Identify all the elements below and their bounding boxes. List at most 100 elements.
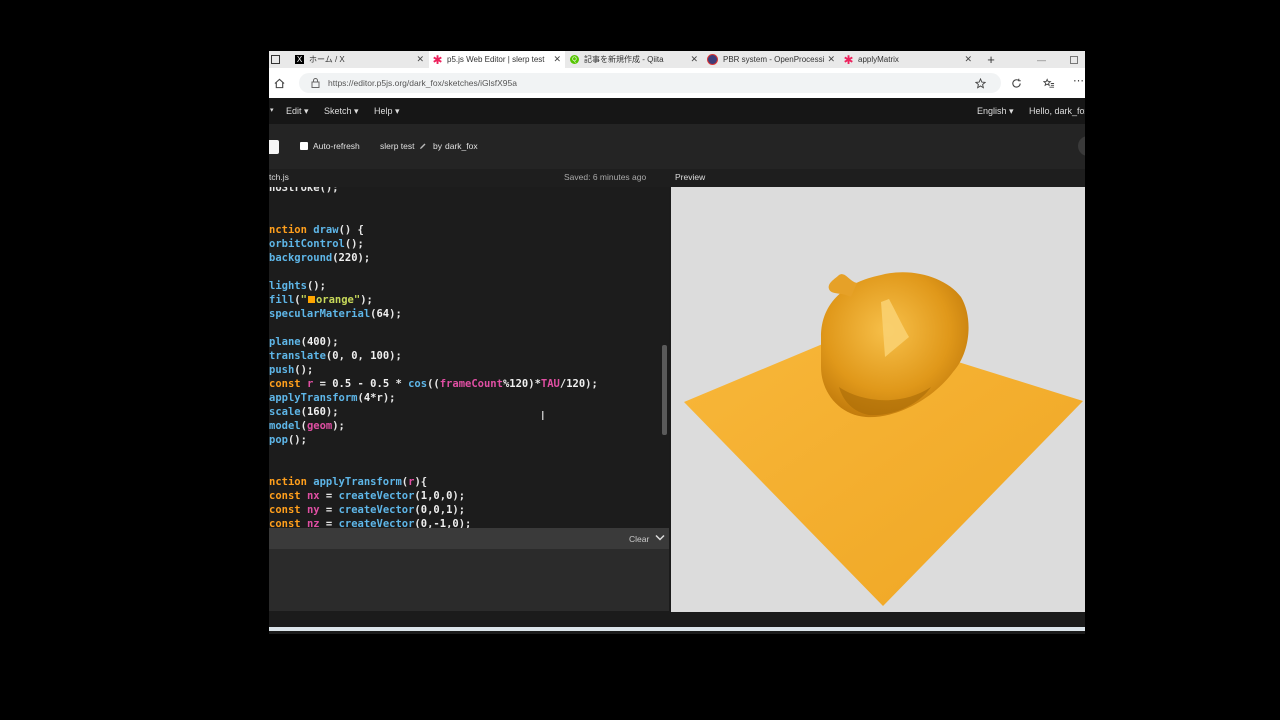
code-line: applyTransform(4*r); bbox=[269, 391, 395, 405]
code-token: nz bbox=[306, 518, 320, 528]
console-output bbox=[269, 549, 669, 611]
preview-header: Preview bbox=[669, 169, 1085, 187]
qiita-icon: Q bbox=[570, 55, 579, 64]
code-token: nction bbox=[269, 224, 314, 236]
code-token: , bbox=[338, 350, 352, 362]
code-line: fill(" orange"); bbox=[269, 293, 373, 307]
tab-openprocessing[interactable]: PBR system - OpenProcessi ✕ bbox=[703, 51, 839, 68]
close-icon[interactable]: ✕ bbox=[827, 54, 835, 65]
code-token: geom bbox=[306, 420, 333, 432]
code-token: applyTransform bbox=[269, 392, 358, 404]
user-greeting[interactable]: Hello, dark_fox bbox=[1029, 106, 1085, 116]
code-token: const bbox=[269, 378, 307, 390]
refresh-icon[interactable] bbox=[1011, 78, 1022, 89]
code-token: nx bbox=[306, 490, 320, 502]
text-cursor-icon: I bbox=[541, 409, 545, 423]
code-token: specularMaterial bbox=[269, 308, 371, 320]
menu-edit[interactable]: Edit ▾ bbox=[286, 106, 309, 117]
file-menu-caret-icon[interactable]: ▾ bbox=[270, 106, 274, 114]
home-icon[interactable] bbox=[274, 78, 285, 89]
favorite-star-icon[interactable] bbox=[975, 78, 986, 89]
x-logo-icon: X bbox=[295, 55, 304, 64]
maximize-button[interactable] bbox=[1070, 51, 1082, 68]
code-token: 400 bbox=[306, 336, 326, 348]
code-token: ); bbox=[325, 406, 339, 418]
menu-help[interactable]: Help ▾ bbox=[374, 106, 400, 117]
code-line: const r = 0.5 - 0.5 * cos((frameCount%12… bbox=[269, 377, 598, 391]
sketch-preview-canvas[interactable] bbox=[671, 187, 1085, 612]
tab-actions-button[interactable] bbox=[269, 51, 291, 68]
code-token: draw bbox=[313, 224, 339, 236]
sketch-name[interactable]: slerp test bbox=[380, 141, 415, 151]
code-token: ); bbox=[452, 490, 466, 502]
p5-asterisk-icon: ✱ bbox=[432, 52, 443, 67]
auto-refresh-checkbox[interactable] bbox=[300, 142, 308, 150]
close-icon[interactable]: ✕ bbox=[690, 54, 698, 65]
new-tab-button[interactable]: + bbox=[981, 51, 1001, 68]
code-token: plane bbox=[269, 336, 301, 348]
tab-x-home[interactable]: X ホーム / X ✕ bbox=[291, 51, 428, 68]
tab-title: 記事を新規作成 - Qiita bbox=[584, 55, 664, 64]
code-token: 120 bbox=[509, 378, 529, 390]
tab-title: ホーム / X bbox=[309, 55, 345, 64]
code-token: const bbox=[269, 490, 307, 502]
console-clear-button[interactable]: Clear bbox=[629, 534, 649, 544]
code-line: const nz = createVector(0,-1,0); bbox=[269, 517, 471, 528]
saved-status: Saved: 6 minutes ago bbox=[564, 172, 647, 182]
code-token: ); bbox=[325, 336, 339, 348]
tab-title: applyMatrix bbox=[858, 55, 899, 64]
code-token: nction bbox=[269, 476, 314, 488]
maximize-icon bbox=[1070, 55, 1078, 64]
more-icon[interactable]: ⋯ bbox=[1073, 74, 1084, 87]
code-token: const bbox=[269, 518, 307, 528]
minimize-button[interactable]: — bbox=[1037, 51, 1051, 68]
chevron-down-icon[interactable] bbox=[655, 534, 665, 542]
close-icon[interactable]: ✕ bbox=[416, 54, 424, 65]
file-tab-sketch-js[interactable]: tch.js bbox=[269, 172, 289, 182]
tab-p5-editor[interactable]: ✱ p5.js Web Editor | slerp test ✕ bbox=[429, 51, 565, 68]
code-token: ); bbox=[357, 252, 371, 264]
code-token: = bbox=[319, 518, 339, 528]
plus-icon: + bbox=[987, 52, 995, 67]
url-text: https://editor.p5js.org/dark_fox/sketche… bbox=[328, 78, 517, 88]
code-token: background bbox=[269, 252, 333, 264]
code-line: background(220); bbox=[269, 251, 370, 265]
code-line: translate(0, 0, 100); bbox=[269, 349, 402, 363]
close-icon[interactable]: ✕ bbox=[964, 54, 972, 65]
code-token: = bbox=[319, 490, 339, 502]
code-token: fill bbox=[269, 294, 295, 306]
code-token: ){ bbox=[414, 476, 428, 488]
close-icon[interactable]: ✕ bbox=[553, 54, 561, 65]
code-token: ,- bbox=[427, 518, 440, 528]
stop-button[interactable] bbox=[269, 140, 279, 154]
code-token: noStroke(); bbox=[269, 187, 339, 194]
code-token: - bbox=[351, 378, 371, 390]
code-editor[interactable]: noStroke(); nction draw() {orbitControl()… bbox=[269, 187, 669, 528]
url-field[interactable]: https://editor.p5js.org/dark_fox/sketche… bbox=[299, 73, 1001, 93]
editor-menu-bar: ▾ Edit ▾ Sketch ▾ Help ▾ English ▾ Hello… bbox=[269, 98, 1085, 124]
code-token: = bbox=[313, 378, 333, 390]
code-token: translate bbox=[269, 350, 326, 362]
editor-scrollbar[interactable] bbox=[662, 345, 667, 435]
code-token: )* bbox=[528, 378, 541, 390]
settings-button[interactable] bbox=[1078, 136, 1085, 156]
menu-language[interactable]: English ▾ bbox=[977, 106, 1014, 117]
code-token: 0.5 bbox=[370, 378, 390, 390]
code-line: plane(400); bbox=[269, 335, 339, 349]
author-link[interactable]: dark_fox bbox=[445, 141, 478, 151]
code-line: lights(); bbox=[269, 279, 326, 293]
code-line: const ny = createVector(0,0,1); bbox=[269, 503, 465, 517]
code-token: (); bbox=[344, 238, 364, 250]
pencil-edit-icon[interactable] bbox=[419, 142, 427, 150]
code-token: ); bbox=[585, 378, 598, 390]
code-token: createVector bbox=[338, 518, 415, 528]
code-token: frameCount bbox=[439, 378, 503, 390]
code-line: orbitControl(); bbox=[269, 237, 364, 251]
menu-sketch[interactable]: Sketch ▾ bbox=[324, 106, 359, 117]
tab-applymatrix[interactable]: ✱ applyMatrix ✕ bbox=[840, 51, 976, 68]
code-token: 120 bbox=[566, 378, 586, 390]
favorites-icon[interactable] bbox=[1043, 78, 1055, 89]
code-token: 64 bbox=[376, 308, 390, 320]
tab-qiita[interactable]: Q 記事を新規作成 - Qiita ✕ bbox=[566, 51, 702, 68]
taskbar-strip bbox=[269, 627, 1085, 631]
